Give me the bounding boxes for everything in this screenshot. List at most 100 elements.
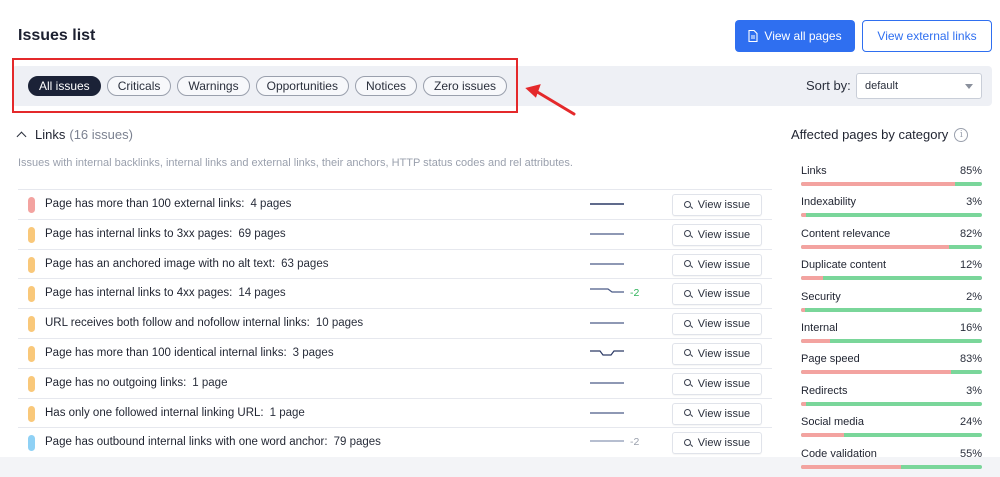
table-row: Page has more than 100 external links: 4 … — [18, 189, 772, 219]
issue-count: 69 pages — [238, 227, 286, 240]
category-percent: 24% — [959, 416, 982, 429]
view-issue-button[interactable]: View issue — [672, 283, 762, 306]
issues-table: Page has more than 100 external links: 4 … — [18, 189, 772, 457]
category-name: Duplicate content — [801, 259, 886, 272]
issue-name: Page has no outgoing links: — [45, 376, 187, 389]
search-icon — [683, 319, 693, 329]
category-progress-bar — [801, 276, 982, 281]
view-issue-label: View issue — [697, 199, 751, 211]
section-name: Links — [35, 127, 66, 142]
issue-name: Page has more than 100 external links: — [45, 198, 245, 210]
issue-name: Page has internal links to 4xx pages: — [45, 287, 233, 300]
issue-name: Page has more than 100 identical interna… — [45, 346, 287, 359]
category-item[interactable]: Security 2% — [801, 289, 982, 320]
trend-sparkline — [590, 411, 624, 414]
issue-label[interactable]: URL receives both follow and nofollow in… — [45, 317, 363, 329]
category-item[interactable]: Indexability 3% — [801, 194, 982, 225]
severity-indicator — [28, 286, 35, 303]
view-issue-button[interactable]: View issue — [672, 342, 762, 365]
chevron-down-icon — [965, 84, 973, 89]
category-progress-fill — [801, 401, 807, 406]
affected-categories: Links 85% Indexability 3% Content relevance 8… — [801, 163, 982, 477]
view-issue-button[interactable]: View issue — [672, 194, 762, 216]
category-progress-fill — [801, 338, 830, 343]
search-icon — [683, 230, 693, 239]
issue-label[interactable]: Page has more than 100 identical interna… — [45, 347, 334, 359]
trend-delta: -2 — [630, 287, 640, 300]
category-percent: 16% — [959, 321, 982, 334]
category-progress-bar — [801, 370, 982, 375]
category-item[interactable]: Code validation 55% — [801, 446, 982, 477]
affected-title-text: Affected pages by category — [791, 127, 949, 142]
category-progress-fill — [801, 433, 845, 438]
search-icon — [683, 438, 693, 448]
view-issue-label: View issue — [697, 258, 751, 271]
view-issue-button[interactable]: View issue — [672, 402, 762, 425]
issue-label[interactable]: Has only one followed internal linking U… — [45, 407, 305, 419]
category-item[interactable]: Social media 24% — [801, 414, 982, 445]
issue-label[interactable]: Page has internal links to 3xx pages: 69 … — [45, 228, 286, 240]
view-issue-button[interactable]: View issue — [672, 223, 762, 246]
section-count: (16 issues) — [69, 127, 133, 142]
category-item[interactable]: Redirects 3% — [801, 383, 982, 414]
view-all-pages-button[interactable]: View all pages — [735, 20, 855, 52]
sort-select[interactable]: default — [856, 73, 982, 99]
table-row: URL receives both follow and nofollow in… — [18, 308, 772, 338]
category-name: Indexability — [801, 196, 857, 209]
search-icon — [683, 289, 693, 299]
view-issue-label: View issue — [697, 288, 751, 301]
view-external-links-button[interactable]: View external links — [862, 20, 992, 52]
view-issue-label: View issue — [697, 437, 751, 450]
category-progress-fill — [801, 370, 952, 375]
search-icon — [683, 379, 693, 388]
issue-label[interactable]: Page has more than 100 external links: 4 … — [45, 198, 291, 210]
view-issue-button[interactable]: View issue — [672, 313, 762, 336]
trend-sparkline — [590, 440, 624, 442]
category-item[interactable]: Page speed 83% — [801, 351, 982, 382]
severity-indicator — [28, 226, 35, 243]
table-row: Has only one followed internal linking U… — [18, 397, 772, 428]
view-all-pages-label: View all pages — [764, 29, 842, 43]
annotation-arrow-icon — [525, 84, 576, 116]
chevron-up-icon — [16, 131, 27, 142]
document-icon — [748, 30, 758, 42]
category-name: Content relevance — [801, 227, 891, 240]
severity-indicator — [28, 375, 35, 392]
view-issue-button[interactable]: View issue — [672, 253, 762, 276]
table-row: Page has an anchored image with no alt t… — [18, 248, 772, 279]
category-percent: 83% — [959, 353, 982, 366]
category-item[interactable]: Duplicate content 12% — [801, 257, 982, 288]
issue-label[interactable]: Page has internal links to 4xx pages: 14 … — [45, 287, 286, 299]
search-icon — [683, 200, 693, 210]
severity-indicator — [28, 256, 35, 273]
view-issue-label: View issue — [697, 347, 751, 360]
table-row: Page has internal links to 3xx pages: 69 … — [18, 218, 772, 249]
category-progress-bar — [801, 244, 982, 249]
category-percent: 3% — [966, 196, 982, 209]
category-item[interactable]: Links 85% — [801, 163, 982, 194]
category-progress-bar — [801, 433, 982, 438]
info-icon[interactable]: i — [954, 127, 969, 142]
search-icon — [683, 349, 693, 358]
category-item[interactable]: Content relevance 82% — [801, 226, 982, 257]
category-percent: 2% — [966, 290, 982, 303]
table-row: Page has more than 100 identical interna… — [18, 337, 772, 368]
view-issue-button[interactable]: View issue — [672, 432, 762, 455]
category-progress-bar — [801, 307, 982, 312]
issue-name: Has only one followed internal linking U… — [45, 406, 264, 419]
view-issue-button[interactable]: View issue — [672, 372, 762, 395]
issue-label[interactable]: Page has an anchored image with no alt t… — [45, 258, 328, 270]
issue-label[interactable]: Page has no outgoing links: 1 page — [45, 377, 227, 389]
issue-count: 3 pages — [292, 346, 334, 359]
category-progress-bar — [801, 401, 982, 406]
category-percent: 55% — [959, 447, 982, 460]
category-progress-fill — [801, 213, 807, 218]
trend-sparkline — [590, 203, 624, 205]
section-header-links[interactable]: Links (16 issues) — [16, 127, 133, 142]
category-progress-bar — [801, 182, 982, 186]
category-progress-fill — [801, 276, 823, 281]
category-item[interactable]: Internal 16% — [801, 320, 982, 351]
issue-label[interactable]: Page has outbound internal links with on… — [45, 436, 381, 448]
sort-label: Sort by: — [806, 78, 851, 93]
category-percent: 12% — [959, 259, 982, 272]
